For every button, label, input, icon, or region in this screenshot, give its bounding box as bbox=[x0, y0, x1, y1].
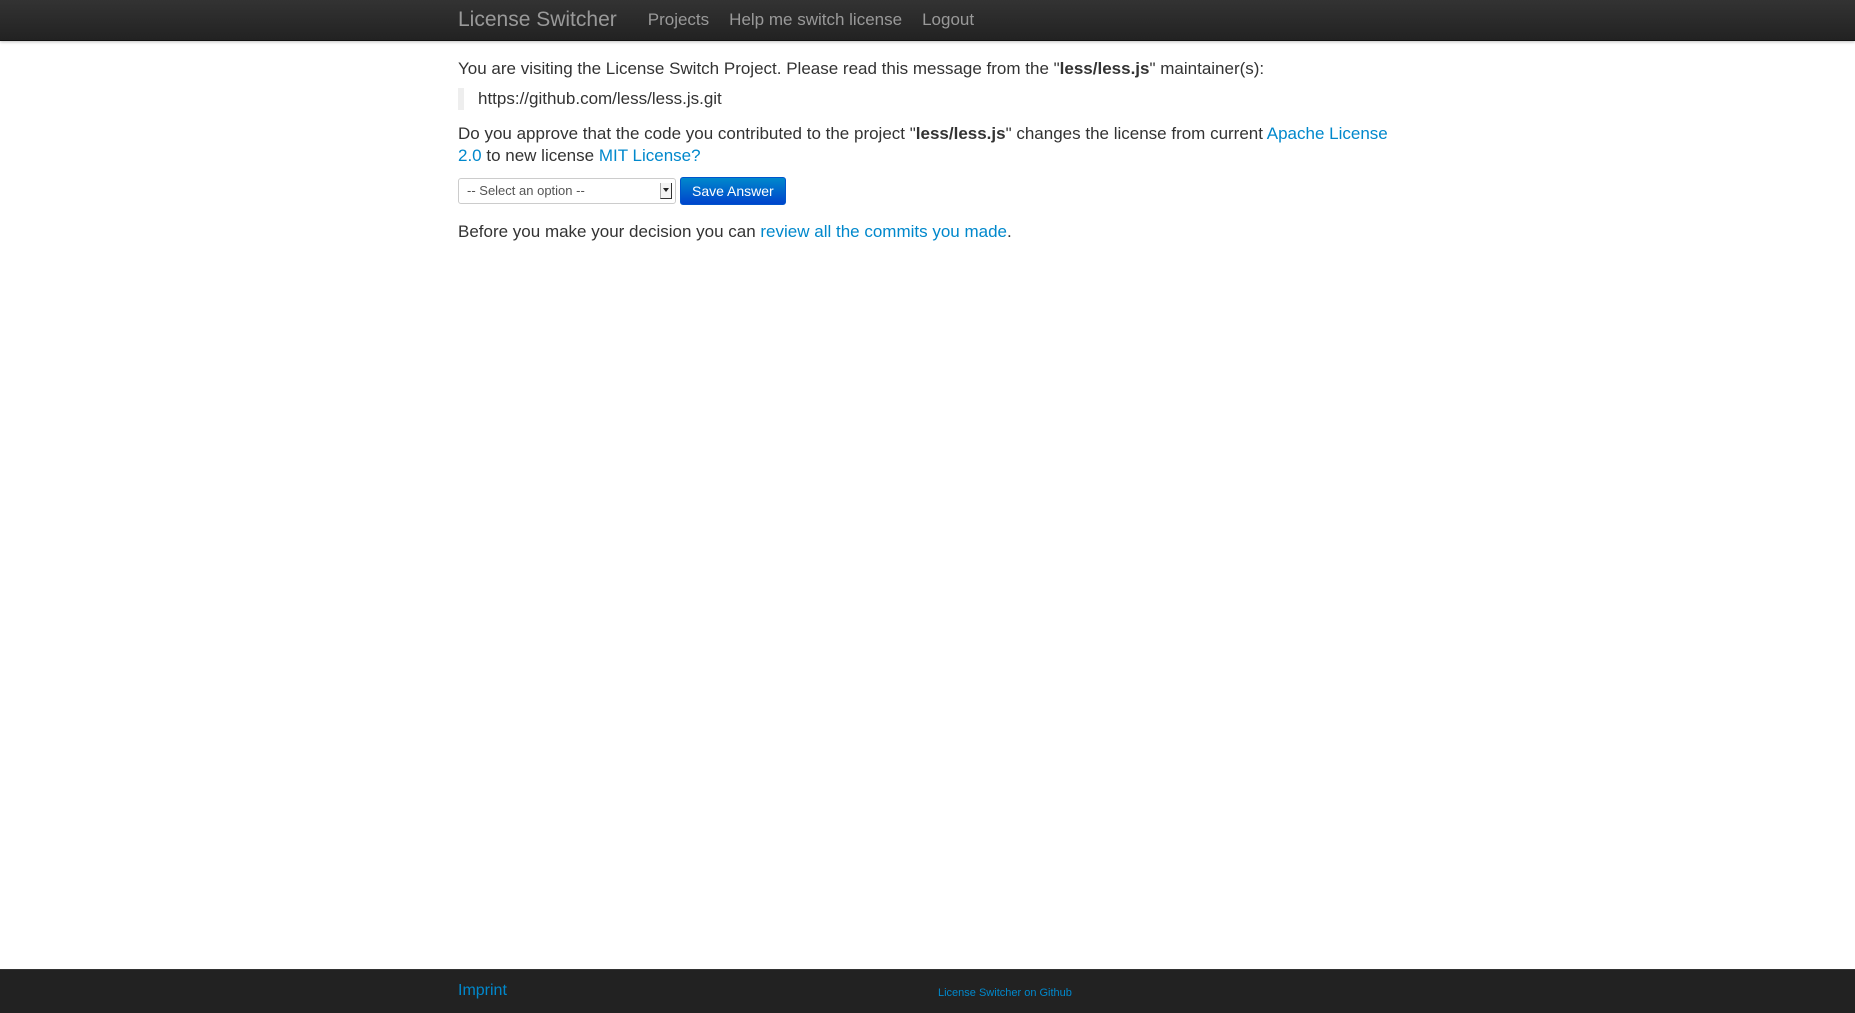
nav-link-projects[interactable]: Projects bbox=[648, 0, 709, 40]
nav-inner: License Switcher Projects Help me switch… bbox=[458, 0, 994, 40]
question-middle: " changes the license from current bbox=[1005, 123, 1267, 143]
question-prefix: Do you approve that the code you contrib… bbox=[458, 123, 916, 143]
main-content: You are visiting the License Switch Proj… bbox=[458, 58, 1398, 243]
new-license-link[interactable]: MIT License? bbox=[599, 146, 701, 165]
answer-form: -- Select an option -- Save Answer bbox=[458, 176, 1398, 205]
save-answer-button[interactable]: Save Answer bbox=[680, 176, 786, 205]
intro-prefix: You are visiting the License Switch Proj… bbox=[458, 59, 1060, 78]
review-text: Before you make your decision you can re… bbox=[458, 221, 1398, 244]
review-prefix: Before you make your decision you can bbox=[458, 221, 761, 241]
brand-link[interactable]: License Switcher bbox=[458, 0, 617, 40]
answer-select[interactable]: -- Select an option -- bbox=[458, 177, 676, 204]
nav-link-help-switch-license[interactable]: Help me switch license bbox=[729, 0, 902, 40]
intro-text: You are visiting the License Switch Proj… bbox=[458, 58, 1398, 81]
license-question: Do you approve that the code you contrib… bbox=[458, 123, 1398, 168]
footer: Imprint License Switcher on Github bbox=[0, 969, 1855, 1013]
answer-select-value: -- Select an option -- bbox=[467, 182, 585, 198]
github-link[interactable]: License Switcher on Github bbox=[938, 987, 1072, 999]
chevron-down-icon bbox=[660, 182, 672, 199]
review-suffix: . bbox=[1006, 221, 1012, 241]
question-project-name: less/less.js bbox=[915, 123, 1006, 143]
question-to: to new license bbox=[481, 146, 599, 165]
maintainer-message: https://github.com/less/less.js.git bbox=[458, 87, 1398, 110]
review-commits-link[interactable]: review all the commits you made bbox=[760, 222, 1007, 241]
intro-suffix: " maintainer(s): bbox=[1149, 59, 1265, 78]
navbar: License Switcher Projects Help me switch… bbox=[0, 0, 1855, 41]
project-name: less/less.js bbox=[1059, 59, 1150, 78]
imprint-link[interactable]: Imprint bbox=[458, 982, 507, 1000]
nav-link-logout[interactable]: Logout bbox=[922, 0, 974, 40]
